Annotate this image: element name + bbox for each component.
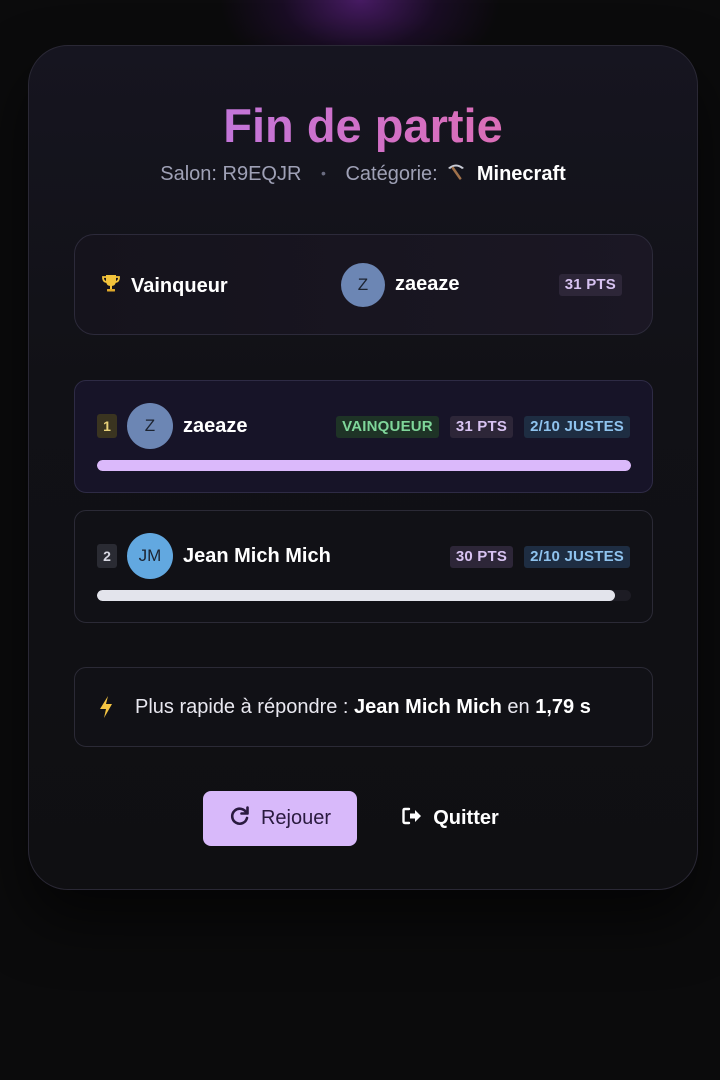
score-progress-fill — [97, 460, 631, 471]
rank-badge: 1 — [97, 414, 117, 438]
end-game-card: Fin de partie Salon: R9EQJR • Catégorie:… — [28, 45, 698, 890]
category-name: Minecraft — [476, 163, 566, 185]
bolt-icon — [97, 695, 117, 719]
replay-button[interactable]: Rejouer — [203, 791, 357, 846]
winner-badge: VAINQUEUR — [336, 416, 439, 438]
score-progress-bar — [97, 460, 631, 471]
points-badge: 31 PTS — [558, 274, 622, 296]
player-name: Jean Mich Mich — [183, 545, 331, 567]
player-row: 1 Z zaeaze VAINQUEUR 31 PTS 2/10 JUSTES — [74, 380, 653, 493]
refresh-icon — [229, 805, 251, 833]
avatar: Z — [341, 263, 385, 307]
trophy-icon — [101, 273, 121, 299]
correct-answers-badge: 2/10 JUSTES — [524, 416, 630, 438]
quit-button[interactable]: Quitter — [385, 791, 515, 846]
fastest-label: Plus rapide à répondre : — [135, 695, 349, 718]
quit-label: Quitter — [433, 807, 499, 829]
correct-answers-badge: 2/10 JUSTES — [524, 546, 630, 568]
avatar: Z — [127, 403, 173, 449]
room-label: Salon: — [160, 163, 217, 185]
pickaxe-icon — [445, 161, 467, 190]
separator-dot: • — [320, 165, 326, 181]
points-badge: 30 PTS — [449, 546, 514, 568]
player-row: 2 JM Jean Mich Mich 30 PTS 2/10 JUSTES — [74, 510, 653, 623]
fastest-time: 1,79 s — [535, 695, 591, 718]
room-code: R9EQJR — [222, 163, 302, 185]
score-progress-fill — [97, 590, 615, 601]
category-label: Catégorie: — [345, 163, 438, 185]
sign-out-icon — [401, 806, 423, 832]
winner-name: zaeaze — [395, 273, 460, 295]
fastest-answer-box: Plus rapide à répondre : Jean Mich Mich … — [74, 667, 653, 747]
player-name: zaeaze — [183, 415, 248, 437]
avatar: JM — [127, 533, 173, 579]
rank-badge: 2 — [97, 544, 117, 568]
fastest-player: Jean Mich Mich — [354, 695, 502, 718]
player-badges: VAINQUEUR 31 PTS 2/10 JUSTES — [336, 416, 630, 438]
fastest-connector: en — [507, 695, 530, 718]
player-badges: 30 PTS 2/10 JUSTES — [449, 546, 630, 568]
replay-label: Rejouer — [260, 807, 332, 829]
winner-label-group: Vainqueur — [101, 273, 228, 299]
winner-summary: Vainqueur Z zaeaze 31 PTS — [74, 234, 653, 335]
game-info: Salon: R9EQJR • Catégorie: Minecraft — [29, 160, 697, 190]
winner-label: Vainqueur — [131, 274, 228, 297]
page-title: Fin de partie — [29, 98, 697, 154]
score-progress-bar — [97, 590, 631, 601]
points-badge: 31 PTS — [449, 416, 514, 438]
